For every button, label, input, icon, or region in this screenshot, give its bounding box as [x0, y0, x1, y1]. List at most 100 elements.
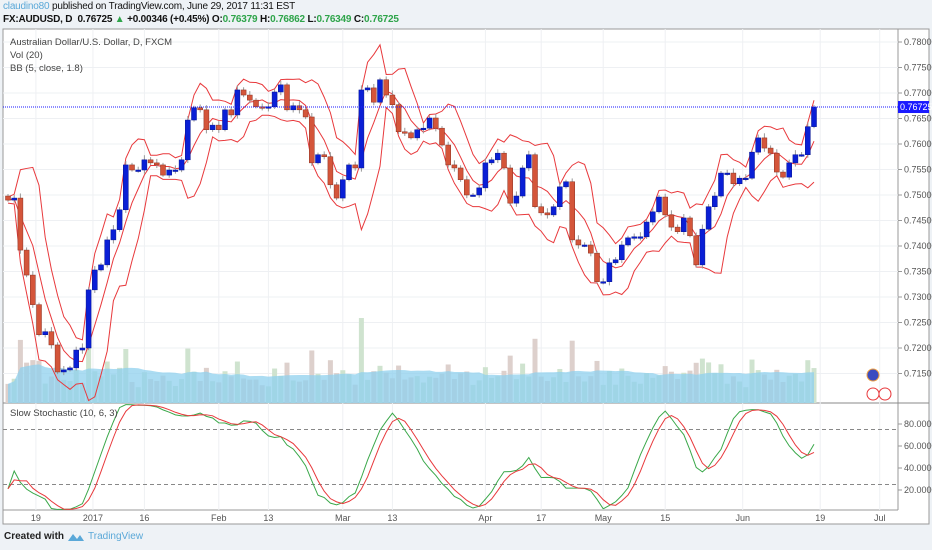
legend-stoch: Slow Stochastic (10, 6, 3): [10, 408, 118, 419]
candle-body: [129, 164, 135, 171]
candle-body: [116, 209, 123, 230]
candle-body: [563, 181, 569, 188]
candle-body: [11, 197, 17, 201]
candle-body: [457, 167, 464, 180]
candle-body: [532, 154, 538, 207]
candle-body: [594, 252, 600, 282]
price-tick-label: 0.71500: [904, 369, 932, 379]
time-tick-label: May: [595, 513, 613, 523]
stoch-tick-label: 40.0000: [904, 463, 932, 473]
candle-body: [712, 195, 718, 207]
candle-body: [662, 196, 668, 216]
time-tick-label: Feb: [211, 513, 227, 523]
candle-body: [216, 124, 222, 130]
candle-body: [228, 109, 234, 116]
candle-body: [470, 194, 476, 197]
candle-body: [185, 119, 191, 161]
price-tick-label: 0.73000: [904, 292, 932, 302]
candle-body: [705, 206, 712, 230]
candle-body: [395, 104, 402, 133]
tradingview-link[interactable]: TradingView: [88, 531, 143, 542]
candle-body: [550, 206, 557, 216]
candle-body: [402, 131, 408, 134]
candle-body: [501, 152, 507, 169]
candle-body: [476, 187, 482, 196]
price-tick-label: 0.72500: [904, 318, 932, 328]
candle-body: [346, 164, 352, 180]
candle-body: [85, 289, 92, 349]
candle-body: [780, 171, 786, 178]
candle-body: [544, 212, 551, 216]
price-tick-label: 0.72000: [904, 343, 932, 353]
candle-body: [439, 127, 445, 146]
tradingview-logo-icon: [68, 533, 85, 541]
candle-body: [315, 154, 321, 164]
candle-body: [482, 162, 489, 189]
candle-body: [730, 172, 737, 185]
candle-body: [17, 197, 24, 251]
candle-body: [333, 184, 340, 199]
candle-body: [309, 116, 315, 164]
candle-body: [600, 281, 606, 284]
price-tick-label: 0.74000: [904, 241, 932, 251]
price-tick-label: 0.75500: [904, 165, 932, 175]
candle-body: [327, 156, 334, 186]
candle-body: [36, 304, 42, 335]
candle-body: [265, 106, 272, 109]
candle-body: [786, 162, 792, 178]
candle-body: [166, 169, 172, 176]
candle-body: [718, 172, 724, 197]
candle-body: [371, 87, 377, 103]
candle-body: [526, 154, 532, 169]
candle-body: [73, 349, 79, 369]
time-tick-label: Jun: [735, 513, 750, 523]
candle-body: [606, 262, 613, 282]
candle-body: [631, 236, 637, 239]
candle-body: [451, 164, 458, 169]
candle-body: [61, 369, 67, 373]
candle-body: [612, 259, 619, 264]
candle-body: [575, 239, 582, 246]
time-tick-label: 13: [387, 513, 397, 523]
candle-body: [445, 144, 451, 166]
candle-body: [792, 154, 799, 164]
candle-body: [296, 105, 303, 111]
candle-body: [519, 167, 526, 197]
candle-body: [761, 137, 768, 149]
time-tick-label: Mar: [335, 513, 351, 523]
candle-body: [54, 344, 61, 373]
price-tick-label: 0.77500: [904, 63, 932, 73]
candle-body: [495, 152, 501, 161]
candle-body: [650, 211, 656, 223]
time-tick-label: 17: [536, 513, 546, 523]
footer: Created with TradingView: [4, 531, 143, 542]
candle-body: [724, 172, 730, 175]
candle-body: [352, 164, 358, 169]
legend-main: Australian Dollar/U.S. Dollar, D, FXCM: [10, 37, 172, 48]
candle-body: [426, 117, 433, 129]
candle-body: [420, 127, 427, 130]
candle-body: [278, 84, 284, 93]
time-tick-label: 2017: [83, 513, 103, 523]
candle-body: [377, 79, 383, 103]
candle-body: [247, 94, 253, 101]
candle-body: [321, 154, 327, 158]
candle-body: [222, 109, 228, 130]
created-with-text: Created with: [4, 531, 65, 542]
candle-body: [749, 151, 755, 179]
candle-body: [687, 217, 693, 237]
candle-body: [203, 109, 210, 130]
price-tick-label: 0.73500: [904, 267, 932, 277]
candle-body: [48, 331, 55, 346]
candle-body: [23, 249, 30, 276]
chart-frame: [2, 28, 930, 525]
candle-body: [464, 179, 470, 196]
candle-body: [209, 124, 216, 130]
candle-body: [408, 132, 414, 139]
time-tick-label: 19: [815, 513, 825, 523]
time-tick-label: 15: [660, 513, 670, 523]
candle-body: [271, 91, 278, 108]
chart-canvas[interactable]: 0.78000 0.77500 0.77000 0.76500 0.76000 0.755…: [0, 0, 932, 550]
candle-body: [538, 206, 544, 214]
candle-body: [240, 89, 247, 96]
